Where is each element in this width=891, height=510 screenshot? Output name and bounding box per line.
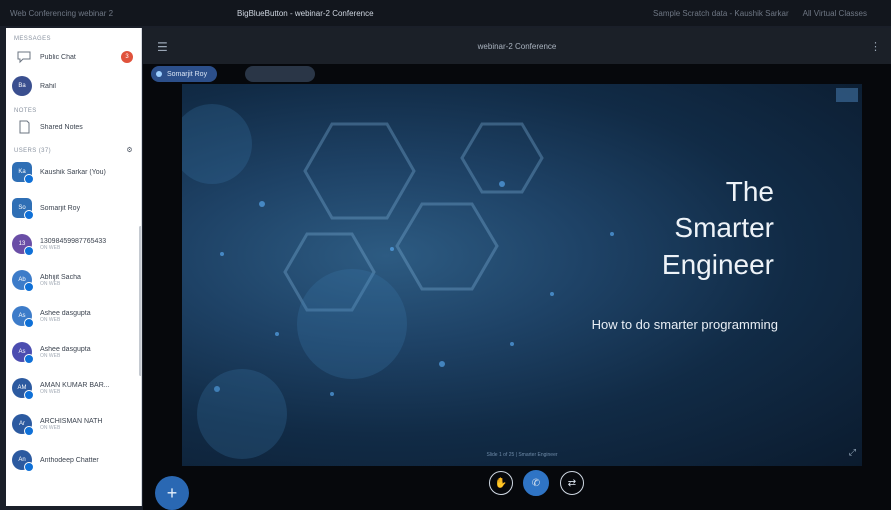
user-info: Kaushik Sarkar (You) (32, 169, 106, 176)
user-list-scrollbar[interactable] (139, 226, 141, 376)
slide-title-line1: The (725, 176, 774, 207)
users-section-title: USERS (37) ⚙ (6, 140, 141, 154)
user-list-item[interactable]: As Ashee dasgupta ON WEB (6, 334, 141, 370)
conference-header: ☰ webinar-2 Conference ⋮ (143, 28, 891, 64)
options-menu-icon[interactable]: ⋮ (870, 40, 881, 53)
user-name: 13098459987765433 (40, 237, 107, 245)
private-chat-label: Rahil (40, 82, 56, 90)
user-list-item[interactable]: AM AMAN KUMAR BAR... ON WEB (6, 370, 141, 406)
window-tab-bar: Web Conferencing webinar 2 BigBlueButton… (0, 0, 891, 26)
leave-audio-button[interactable]: ✆ (523, 470, 549, 496)
avatar: Ka (12, 162, 34, 184)
user-client-type: ON WEB (40, 424, 61, 431)
user-info: ARCHISMAN NATH ON WEB (32, 418, 102, 431)
share-screen-button[interactable]: ⇄ (560, 471, 584, 495)
user-list-item[interactable]: 13 13098459987765433 ON WEB (6, 226, 141, 262)
user-list-item[interactable]: Ar ARCHISMAN NATH ON WEB (6, 406, 141, 442)
slide-subtitle: How to do smarter programming (591, 317, 778, 332)
tab-web-conferencing[interactable]: Web Conferencing webinar 2 (10, 9, 113, 18)
slide-title-line3: Engineer (661, 248, 774, 280)
avatar: So (12, 198, 34, 220)
presentation-slide[interactable]: The Smarter Engineer How to do smarter p… (182, 84, 862, 466)
user-client-type: ON WEB (40, 280, 61, 287)
avatar: An (12, 450, 34, 472)
tab-bigbluebutton[interactable]: BigBlueButton - webinar-2 Conference (237, 9, 374, 18)
user-info: Somarjit Roy (32, 205, 80, 212)
user-list-item[interactable]: Ka Kaushik Sarkar (You) (6, 154, 141, 190)
user-info: AMAN KUMAR BAR... ON WEB (32, 382, 110, 395)
user-info: Ashee dasgupta ON WEB (32, 346, 91, 359)
user-list-item[interactable]: So Somarjit Roy (6, 190, 141, 226)
user-client-type: ON WEB (40, 316, 61, 323)
user-list: Ka Kaushik Sarkar (You) So Somarjit Roy 13 13… (6, 154, 141, 478)
settings-icon[interactable]: ⚙ (126, 146, 133, 154)
status-badge (24, 426, 34, 436)
shared-notes-label: Shared Notes (40, 123, 83, 131)
user-client-type: ON WEB (40, 388, 61, 395)
private-chat-item[interactable]: Ba Rahil (6, 72, 141, 100)
tab-virtual-classes[interactable]: All Virtual Classes (803, 9, 867, 18)
status-badge (24, 354, 34, 364)
status-badge (24, 282, 34, 292)
unread-count-badge: 3 (121, 51, 133, 63)
user-name: AMAN KUMAR BAR... (40, 381, 110, 389)
public-chat-item[interactable]: Public Chat 3 (6, 42, 141, 72)
user-info: Abhijit Sacha ON WEB (32, 274, 81, 287)
avatar: Ab (12, 270, 34, 292)
user-name: Abhijit Sacha (40, 273, 81, 281)
user-info: Anthodeep Chatter (32, 457, 99, 464)
actions-button[interactable]: + (155, 476, 189, 510)
conference-title: webinar-2 Conference (477, 42, 557, 51)
slide-title: The Smarter Engineer (514, 174, 774, 283)
user-info: Ashee dasgupta ON WEB (32, 310, 91, 323)
user-name: Kaushik Sarkar (You) (40, 168, 106, 176)
user-list-item[interactable]: As Ashee dasgupta ON WEB (6, 298, 141, 334)
user-name: Anthodeep Chatter (40, 456, 99, 464)
public-chat-label: Public Chat (40, 53, 76, 61)
second-talking-indicator (245, 66, 315, 82)
user-name: ARCHISMAN NATH (40, 417, 103, 425)
user-name: Somarjit Roy (40, 204, 81, 212)
user-name: Ashee dasgupta (40, 345, 91, 353)
avatar: Ba (12, 76, 32, 96)
note-icon (16, 120, 32, 134)
status-badge (24, 174, 34, 184)
user-client-type: ON WEB (40, 352, 61, 359)
presenter-name: Somarjit Roy (167, 70, 208, 78)
avatar: As (12, 342, 34, 364)
user-client-type: ON WEB (40, 244, 61, 251)
avatar: Ar (12, 414, 34, 436)
slide-title-line2: Smarter (674, 212, 774, 244)
slide-overlay-box (836, 88, 858, 102)
presentation-area: ☰ webinar-2 Conference ⋮ Somarjit Roy Th… (143, 28, 891, 510)
slide-footer: Slide 1 of 25 | Smarter Engineer (486, 452, 558, 458)
messages-section-title: MESSAGES (14, 36, 51, 42)
avatar: AM (12, 378, 34, 400)
fullscreen-icon[interactable]: ⤢ (849, 447, 856, 458)
status-badge (24, 318, 34, 328)
microphone-icon (156, 71, 162, 77)
user-list-sidebar: MESSAGES Public Chat 3 Ba Rahil NOTES Sh… (6, 28, 142, 506)
avatar: 13 (12, 234, 34, 256)
user-info: 13098459987765433 ON WEB (32, 238, 106, 251)
status-badge (24, 462, 34, 472)
user-list-item[interactable]: An Anthodeep Chatter (6, 442, 141, 478)
status-badge (24, 210, 34, 220)
raise-hand-button[interactable]: ✋ (489, 471, 513, 495)
presenter-talking-indicator: Somarjit Roy (151, 66, 218, 82)
tab-sample-data[interactable]: Sample Scratch data - Kaushik Sarkar (653, 9, 789, 18)
status-badge (24, 390, 34, 400)
user-list-item[interactable]: Ab Abhijit Sacha ON WEB (6, 262, 141, 298)
chat-bubble-icon (16, 50, 32, 64)
notes-section-title: NOTES (14, 108, 37, 114)
avatar: As (12, 306, 34, 328)
status-badge (24, 246, 34, 256)
user-name: Ashee dasgupta (40, 309, 91, 317)
shared-notes-item[interactable]: Shared Notes (6, 114, 141, 140)
